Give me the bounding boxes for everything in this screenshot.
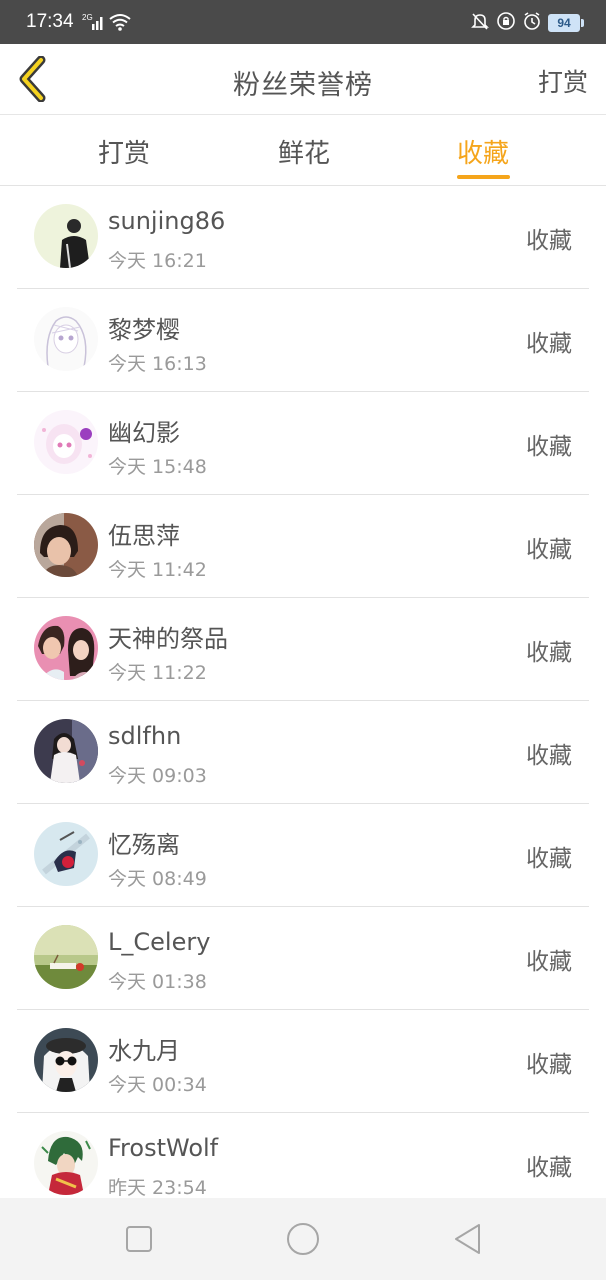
fan-time: 今天 00:34 xyxy=(108,1074,207,1096)
tab-favorites[interactable]: 收藏 xyxy=(457,133,509,170)
alarm-icon xyxy=(522,11,542,35)
avatar xyxy=(34,307,98,371)
gift-type: 收藏 xyxy=(526,1155,572,1181)
fan-name: 忆殇离 xyxy=(108,831,180,859)
battery-level: 94 xyxy=(557,16,571,30)
home-icon[interactable] xyxy=(284,1220,322,1262)
mute-bell-icon xyxy=(470,11,490,35)
recent-apps-icon[interactable] xyxy=(122,1220,156,1262)
fan-name: 伍思萍 xyxy=(108,522,180,550)
avatar xyxy=(34,719,98,783)
fan-name: 天神的祭品 xyxy=(108,625,228,653)
gift-type: 收藏 xyxy=(526,228,572,254)
tab-bar: 打赏 鲜花 收藏 xyxy=(0,115,606,186)
reward-button[interactable]: 打赏 xyxy=(538,63,588,99)
fan-time: 今天 09:03 xyxy=(108,765,207,787)
avatar xyxy=(34,513,98,577)
tab-flowers[interactable]: 鲜花 xyxy=(278,133,330,170)
fan-list: sunjing86 今天 16:21 收藏 黎梦樱 今天 16:13 收藏 幽幻… xyxy=(0,186,606,1197)
list-item[interactable]: L_Celery 今天 01:38 收藏 xyxy=(17,907,589,1010)
list-item[interactable]: 忆殇离 今天 08:49 收藏 xyxy=(17,804,589,907)
list-item[interactable]: sdlfhn 今天 09:03 收藏 xyxy=(17,701,589,804)
fan-time: 今天 08:49 xyxy=(108,868,207,890)
avatar xyxy=(34,925,98,989)
system-nav-bar xyxy=(0,1198,606,1280)
avatar xyxy=(34,1028,98,1092)
list-item[interactable]: 天神的祭品 今天 11:22 收藏 xyxy=(17,598,589,701)
avatar xyxy=(34,616,98,680)
fan-time: 今天 01:38 xyxy=(108,971,207,993)
gift-type: 收藏 xyxy=(526,331,572,357)
fan-name: 黎梦樱 xyxy=(108,316,180,344)
gift-type: 收藏 xyxy=(526,1052,572,1078)
fan-name: 幽幻影 xyxy=(108,419,180,447)
list-item[interactable]: 伍思萍 今天 11:42 收藏 xyxy=(17,495,589,598)
gift-type: 收藏 xyxy=(526,743,572,769)
fan-time: 今天 15:48 xyxy=(108,456,207,478)
title-bar: 粉丝荣誉榜 打赏 xyxy=(0,44,606,115)
avatar xyxy=(34,410,98,474)
gift-type: 收藏 xyxy=(526,846,572,872)
back-icon[interactable] xyxy=(450,1220,484,1262)
tab-reward[interactable]: 打赏 xyxy=(98,133,150,170)
fan-name: L_Celery xyxy=(108,928,211,956)
fan-time: 今天 16:21 xyxy=(108,250,207,272)
fan-name: 水九月 xyxy=(108,1037,180,1065)
list-item[interactable]: 水九月 今天 00:34 收藏 xyxy=(17,1010,589,1113)
active-tab-indicator xyxy=(457,175,510,179)
page-title: 粉丝荣誉榜 xyxy=(233,70,373,101)
fan-time: 今天 11:42 xyxy=(108,559,207,581)
gift-type: 收藏 xyxy=(526,537,572,563)
list-item[interactable]: FrostWolf 昨天 23:54 收藏 xyxy=(17,1113,589,1197)
gift-type: 收藏 xyxy=(526,949,572,975)
list-item[interactable]: 黎梦樱 今天 16:13 收藏 xyxy=(17,289,589,392)
fan-time: 昨天 23:54 xyxy=(108,1177,207,1197)
battery-icon: 94 xyxy=(548,14,584,32)
gift-type: 收藏 xyxy=(526,434,572,460)
list-item[interactable]: sunjing86 今天 16:21 收藏 xyxy=(17,186,589,289)
lock-rotation-icon xyxy=(496,11,516,35)
fan-time: 今天 11:22 xyxy=(108,662,207,684)
avatar xyxy=(34,204,98,268)
avatar xyxy=(34,822,98,886)
fan-time: 今天 16:13 xyxy=(108,353,207,375)
status-bar: 17:34 2G 94 xyxy=(0,0,606,44)
wifi-icon xyxy=(108,12,132,36)
fan-name: sunjing86 xyxy=(108,207,226,235)
signal-icon: 2G xyxy=(82,12,106,36)
gift-type: 收藏 xyxy=(526,640,572,666)
network-type: 2G xyxy=(82,13,93,22)
fan-name: FrostWolf xyxy=(108,1134,219,1162)
list-item[interactable]: 幽幻影 今天 15:48 收藏 xyxy=(17,392,589,495)
fan-name: sdlfhn xyxy=(108,722,182,750)
avatar xyxy=(34,1131,98,1195)
status-time: 17:34 xyxy=(26,11,74,32)
